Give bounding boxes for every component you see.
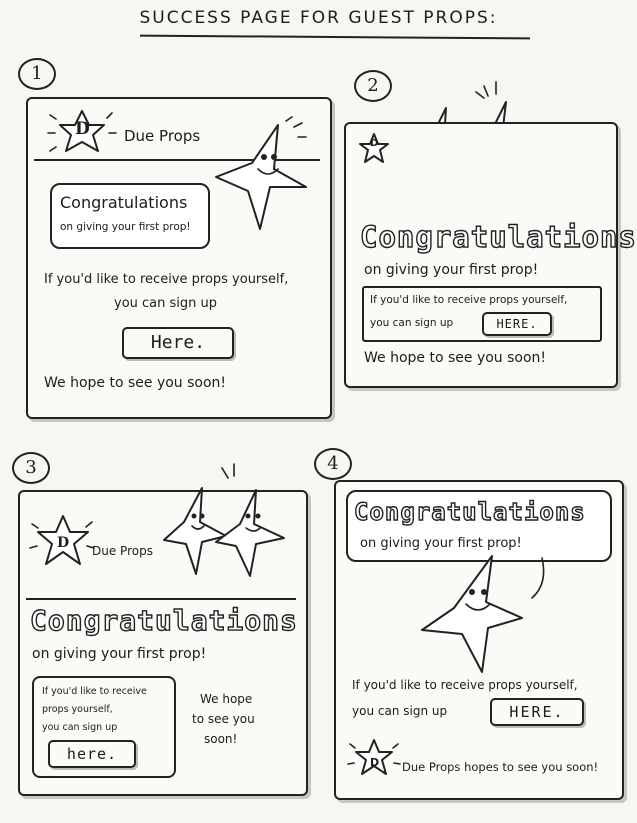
signup-text-line2: you can sign up [352,704,448,718]
signup-text-line3: you can sign up [42,722,118,733]
panel-4-frame: Congratulations on giving your first pro… [334,480,624,800]
sheet-title: SUCCESS PAGE FOR GUEST PROPS: [139,8,498,28]
logo-letter: D [57,535,70,551]
panel-2-number: 2 [354,70,392,102]
congrats-subtitle: on giving your first prop! [364,262,539,278]
signup-text-line2: you can sign up [114,296,218,311]
congrats-heading: Congratulations [353,497,586,526]
signup-box: If you'd like to receive props yourself,… [32,676,176,778]
congrats-heading: Congratulations [29,603,298,637]
congrats-subtitle: on giving your first prop! [32,646,207,662]
signup-text-line1: If you'd like to receive props yourself, [44,272,289,287]
mascot-star-icon [421,555,545,673]
signup-text-line2: props yourself, [42,704,113,715]
closing-line2: to see you [192,712,255,726]
logo-letter: D [370,138,379,149]
brand-name: Due Props [92,544,153,558]
congrats-heading: Congratulations [359,219,637,254]
signup-text-line1: If you'd like to receive props yourself, [370,294,568,306]
logo-letter: D [370,756,380,769]
signup-here-button[interactable]: HERE. [482,312,552,336]
panel-1-frame: D Due Props Congratulations on giving yo… [26,97,332,419]
star-logo-icon [359,133,389,163]
signup-text-line1: If you'd like to receive [42,686,147,697]
signup-text-line1: If you'd like to receive props yourself, [352,678,578,692]
brand-name: Due Props [124,127,201,145]
panel-3-frame: D Due Props Congratulations on giving yo… [18,463,308,796]
closing-text: We hope to see you soon! [364,350,547,366]
closing-text: We hope to see you soon! [44,375,227,391]
logo-letter: D [75,119,90,139]
panel-3-number: 3 [12,452,50,484]
panel-2-frame: D Congratulations on giving your first p… [344,122,637,388]
two-stars-high-five-icon [163,463,285,577]
signup-here-button[interactable]: Here. [122,327,234,359]
congrats-subtitle: on giving your first prop! [360,536,522,551]
closing-line3: soon! [204,732,238,746]
closing-text: Due Props hopes to see you soon! [402,760,599,774]
congrats-heading: Congratulations [60,193,188,212]
signup-box: If you'd like to receive props yourself,… [362,286,602,342]
signup-text-line2: you can sign up [370,317,454,329]
panel-4-number: 4 [314,448,352,480]
title-underline [139,34,531,40]
mascot-star-icon [215,116,307,230]
congrats-subtitle: on giving your first prop! [60,221,191,233]
signup-here-button[interactable]: here. [48,740,136,768]
closing-line1: We hope [200,692,253,706]
signup-here-button[interactable]: HERE. [490,698,584,726]
panel-1-number: 1 [18,58,56,90]
congrats-bubble: Congratulations on giving your first pro… [50,183,210,249]
